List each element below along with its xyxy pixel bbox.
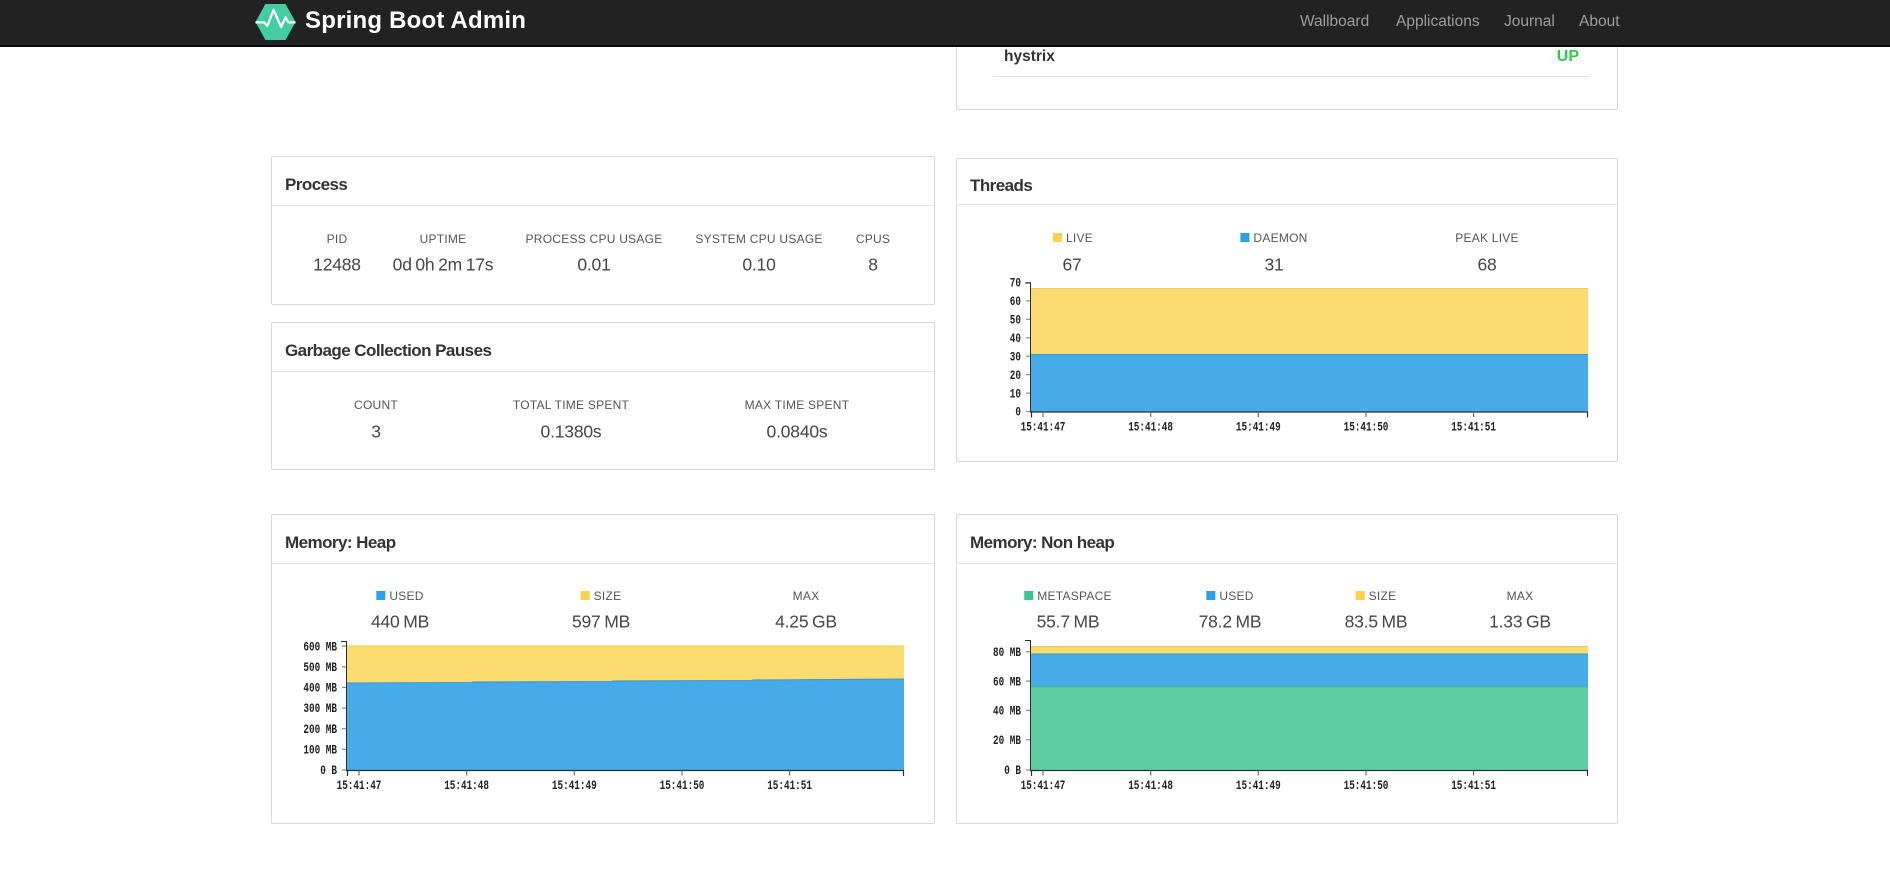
svg-text:20: 20 xyxy=(1010,369,1021,383)
svg-text:200 MB: 200 MB xyxy=(303,723,337,737)
svg-text:10: 10 xyxy=(1010,387,1021,401)
svg-text:15:41:50: 15:41:50 xyxy=(1344,778,1389,793)
svg-text:15:41:49: 15:41:49 xyxy=(1236,420,1281,435)
svg-text:15:41:49: 15:41:49 xyxy=(552,778,597,793)
svg-text:15:41:47: 15:41:47 xyxy=(1021,420,1066,435)
svg-text:15:41:49: 15:41:49 xyxy=(1236,778,1281,793)
svg-text:15:41:51: 15:41:51 xyxy=(1451,778,1496,793)
svg-text:20 MB: 20 MB xyxy=(993,734,1021,748)
svg-text:15:41:50: 15:41:50 xyxy=(660,778,705,793)
svg-text:50: 50 xyxy=(1010,314,1021,328)
svg-text:300 MB: 300 MB xyxy=(303,702,337,716)
svg-text:100 MB: 100 MB xyxy=(303,744,337,758)
svg-text:500 MB: 500 MB xyxy=(303,661,337,675)
svg-text:60 MB: 60 MB xyxy=(993,675,1021,689)
svg-text:15:41:47: 15:41:47 xyxy=(337,778,382,793)
svg-text:40: 40 xyxy=(1010,332,1021,346)
svg-text:30: 30 xyxy=(1010,350,1021,364)
svg-text:15:41:48: 15:41:48 xyxy=(1128,778,1173,793)
svg-text:600 MB: 600 MB xyxy=(303,640,337,654)
svg-text:80 MB: 80 MB xyxy=(993,646,1021,660)
svg-text:15:41:48: 15:41:48 xyxy=(444,778,489,793)
svg-text:15:41:47: 15:41:47 xyxy=(1021,778,1066,793)
svg-text:0: 0 xyxy=(1015,406,1021,420)
svg-text:60: 60 xyxy=(1010,295,1021,309)
svg-text:40 MB: 40 MB xyxy=(993,705,1021,719)
svg-text:15:41:51: 15:41:51 xyxy=(1451,420,1496,435)
svg-text:70: 70 xyxy=(1010,277,1021,291)
svg-text:400 MB: 400 MB xyxy=(303,682,337,696)
svg-text:15:41:48: 15:41:48 xyxy=(1128,420,1173,435)
svg-text:0 B: 0 B xyxy=(320,764,337,778)
svg-text:15:41:50: 15:41:50 xyxy=(1344,420,1389,435)
svg-text:0 B: 0 B xyxy=(1004,764,1021,778)
svg-text:15:41:51: 15:41:51 xyxy=(767,778,812,793)
